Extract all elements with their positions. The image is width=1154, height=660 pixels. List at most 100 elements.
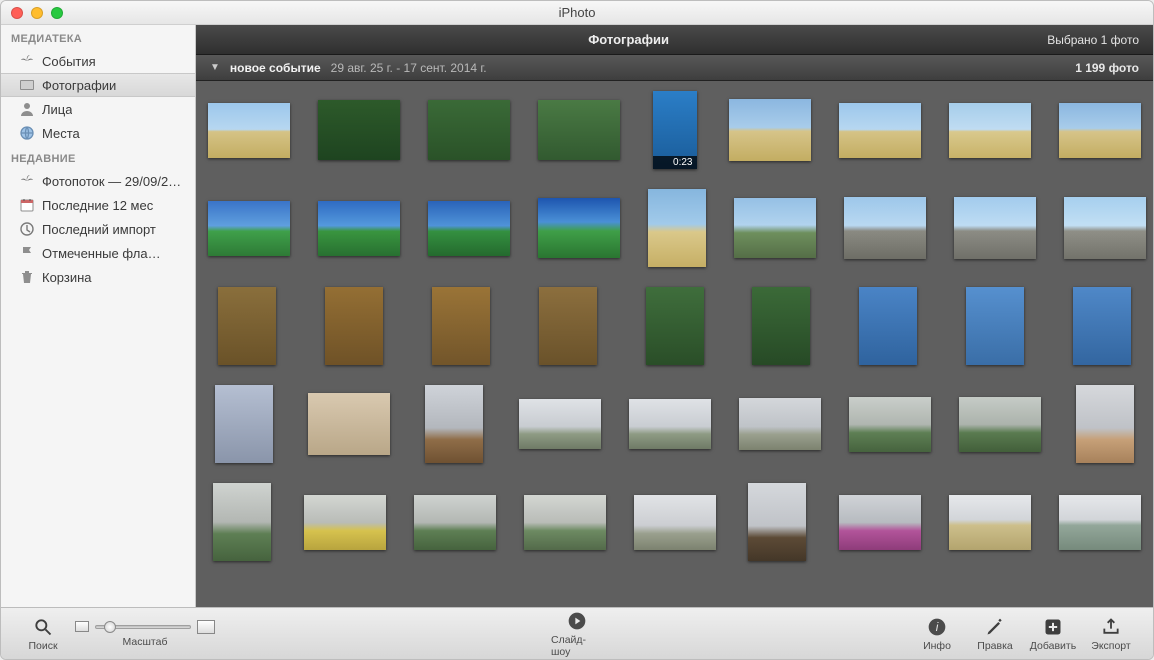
photo-thumbnail[interactable] xyxy=(1059,91,1141,169)
photo-thumbnail[interactable] xyxy=(524,483,606,561)
photo-thumbnail[interactable] xyxy=(208,287,287,365)
photos-icon xyxy=(19,77,35,93)
photo-thumbnail[interactable] xyxy=(208,385,280,463)
photo-thumbnail[interactable] xyxy=(734,189,816,267)
add-tool[interactable]: Добавить xyxy=(1027,616,1079,652)
photo-thumbnail[interactable] xyxy=(729,91,811,169)
photo-thumbnail[interactable] xyxy=(742,287,821,365)
photo-thumbnail[interactable] xyxy=(839,91,921,169)
photo-thumbnail[interactable] xyxy=(1069,385,1141,463)
photo-thumbnail[interactable]: 0:23 xyxy=(648,91,701,169)
info-label: Инфо xyxy=(923,640,951,652)
zoom-min-icon[interactable] xyxy=(75,621,89,632)
photo-thumbnail[interactable] xyxy=(308,385,390,463)
photo-grid[interactable]: 0:23 xyxy=(196,81,1153,607)
photo-thumbnail[interactable] xyxy=(954,189,1036,267)
sidebar-section-header: НЕДАВНИЕ xyxy=(1,145,195,169)
photo-thumbnail[interactable] xyxy=(648,189,706,267)
sidebar-item[interactable]: Отмеченные фла… xyxy=(1,241,195,265)
photo-thumbnail[interactable] xyxy=(629,385,711,463)
photo-thumbnail[interactable] xyxy=(844,189,926,267)
photo-thumbnail[interactable] xyxy=(955,287,1034,365)
sidebar-item[interactable]: Фотопоток — 29/09/2… xyxy=(1,169,195,193)
slideshow-label: Слайд-шоу xyxy=(551,634,603,658)
photo-thumbnail[interactable] xyxy=(528,287,607,365)
zoom-tool[interactable]: Масштаб xyxy=(75,620,215,648)
sidebar-item[interactable]: Лица xyxy=(1,97,195,121)
trash-icon xyxy=(19,269,35,285)
photo-thumbnail[interactable] xyxy=(315,287,394,365)
search-tool[interactable]: Поиск xyxy=(17,616,69,652)
photo-thumbnail[interactable] xyxy=(318,91,400,169)
photo-thumbnail[interactable] xyxy=(208,189,290,267)
photo-thumbnail[interactable] xyxy=(519,385,601,463)
photo-thumbnail[interactable] xyxy=(428,91,510,169)
window-title: iPhoto xyxy=(1,5,1153,20)
photo-thumbnail[interactable] xyxy=(634,483,716,561)
slideshow-tool[interactable]: Слайд-шоу xyxy=(551,610,603,658)
titlebar: iPhoto xyxy=(1,1,1153,25)
add-label: Добавить xyxy=(1030,640,1076,652)
sidebar-item-label: Отмеченные фла… xyxy=(42,246,161,261)
flag-icon xyxy=(19,245,35,261)
photo-thumbnail[interactable] xyxy=(635,287,714,365)
sidebar-item[interactable]: Фотографии xyxy=(1,73,195,97)
photo-thumbnail[interactable] xyxy=(849,287,928,365)
edit-tool[interactable]: Правка xyxy=(969,616,1021,652)
face-icon xyxy=(19,101,35,117)
zoom-knob[interactable] xyxy=(104,621,116,633)
sidebar-item-label: Фотопоток — 29/09/2… xyxy=(42,174,181,189)
zoom-max-icon[interactable] xyxy=(197,620,215,634)
pencil-icon xyxy=(984,616,1006,638)
sidebar-item[interactable]: Места xyxy=(1,121,195,145)
photo-thumbnail[interactable] xyxy=(422,287,501,365)
photo-thumbnail[interactable] xyxy=(538,91,620,169)
photo-thumbnail[interactable] xyxy=(208,91,290,169)
info-icon: i xyxy=(926,616,948,638)
sidebar-item-label: Лица xyxy=(42,102,72,117)
photo-thumbnail[interactable] xyxy=(1059,483,1141,561)
sidebar-item[interactable]: Корзина xyxy=(1,265,195,289)
export-tool[interactable]: Экспорт xyxy=(1085,616,1137,652)
photo-thumbnail[interactable] xyxy=(318,189,400,267)
photo-thumbnail[interactable] xyxy=(428,189,510,267)
zoom-slider[interactable] xyxy=(95,625,191,629)
photo-thumbnail[interactable] xyxy=(538,189,620,267)
photo-thumbnail[interactable] xyxy=(949,91,1031,169)
share-icon xyxy=(1100,616,1122,638)
photo-thumbnail[interactable] xyxy=(739,385,821,463)
info-tool[interactable]: i Инфо xyxy=(911,616,963,652)
disclosure-icon[interactable]: ▼ xyxy=(210,62,220,73)
search-icon xyxy=(32,616,54,638)
edit-label: Правка xyxy=(977,640,1012,652)
photo-thumbnail[interactable] xyxy=(849,385,931,463)
selection-count: Выбрано 1 фото xyxy=(1047,33,1139,47)
photo-thumbnail[interactable] xyxy=(744,483,812,561)
sidebar-item-label: Корзина xyxy=(42,270,92,285)
palm-icon xyxy=(19,53,35,69)
photo-thumbnail[interactable] xyxy=(839,483,921,561)
event-bar[interactable]: ▼ новое событие 29 авг. 25 г. - 17 сент.… xyxy=(196,55,1153,81)
photo-thumbnail[interactable] xyxy=(418,385,490,463)
photo-thumbnail[interactable] xyxy=(959,385,1041,463)
toolbar: Поиск Масштаб Слайд-шоу i xyxy=(1,607,1153,659)
sidebar-item-label: Последние 12 мес xyxy=(42,198,153,213)
video-duration: 0:23 xyxy=(653,156,697,169)
search-label: Поиск xyxy=(28,640,57,652)
event-dates: 29 авг. 25 г. - 17 сент. 2014 г. xyxy=(331,61,487,75)
palm-icon xyxy=(19,173,35,189)
sidebar-item[interactable]: Последний импорт xyxy=(1,217,195,241)
sidebar-item[interactable]: События xyxy=(1,49,195,73)
play-icon xyxy=(566,610,588,632)
photo-thumbnail[interactable] xyxy=(949,483,1031,561)
photo-thumbnail[interactable] xyxy=(1064,189,1146,267)
photo-thumbnail[interactable] xyxy=(208,483,276,561)
content-title: Фотографии xyxy=(210,32,1047,47)
photo-thumbnail[interactable] xyxy=(1062,287,1141,365)
import-icon xyxy=(19,221,35,237)
photo-thumbnail[interactable] xyxy=(304,483,386,561)
photo-thumbnail[interactable] xyxy=(414,483,496,561)
sidebar-item-label: События xyxy=(42,54,96,69)
sidebar-item[interactable]: Последние 12 мес xyxy=(1,193,195,217)
export-label: Экспорт xyxy=(1091,640,1130,652)
